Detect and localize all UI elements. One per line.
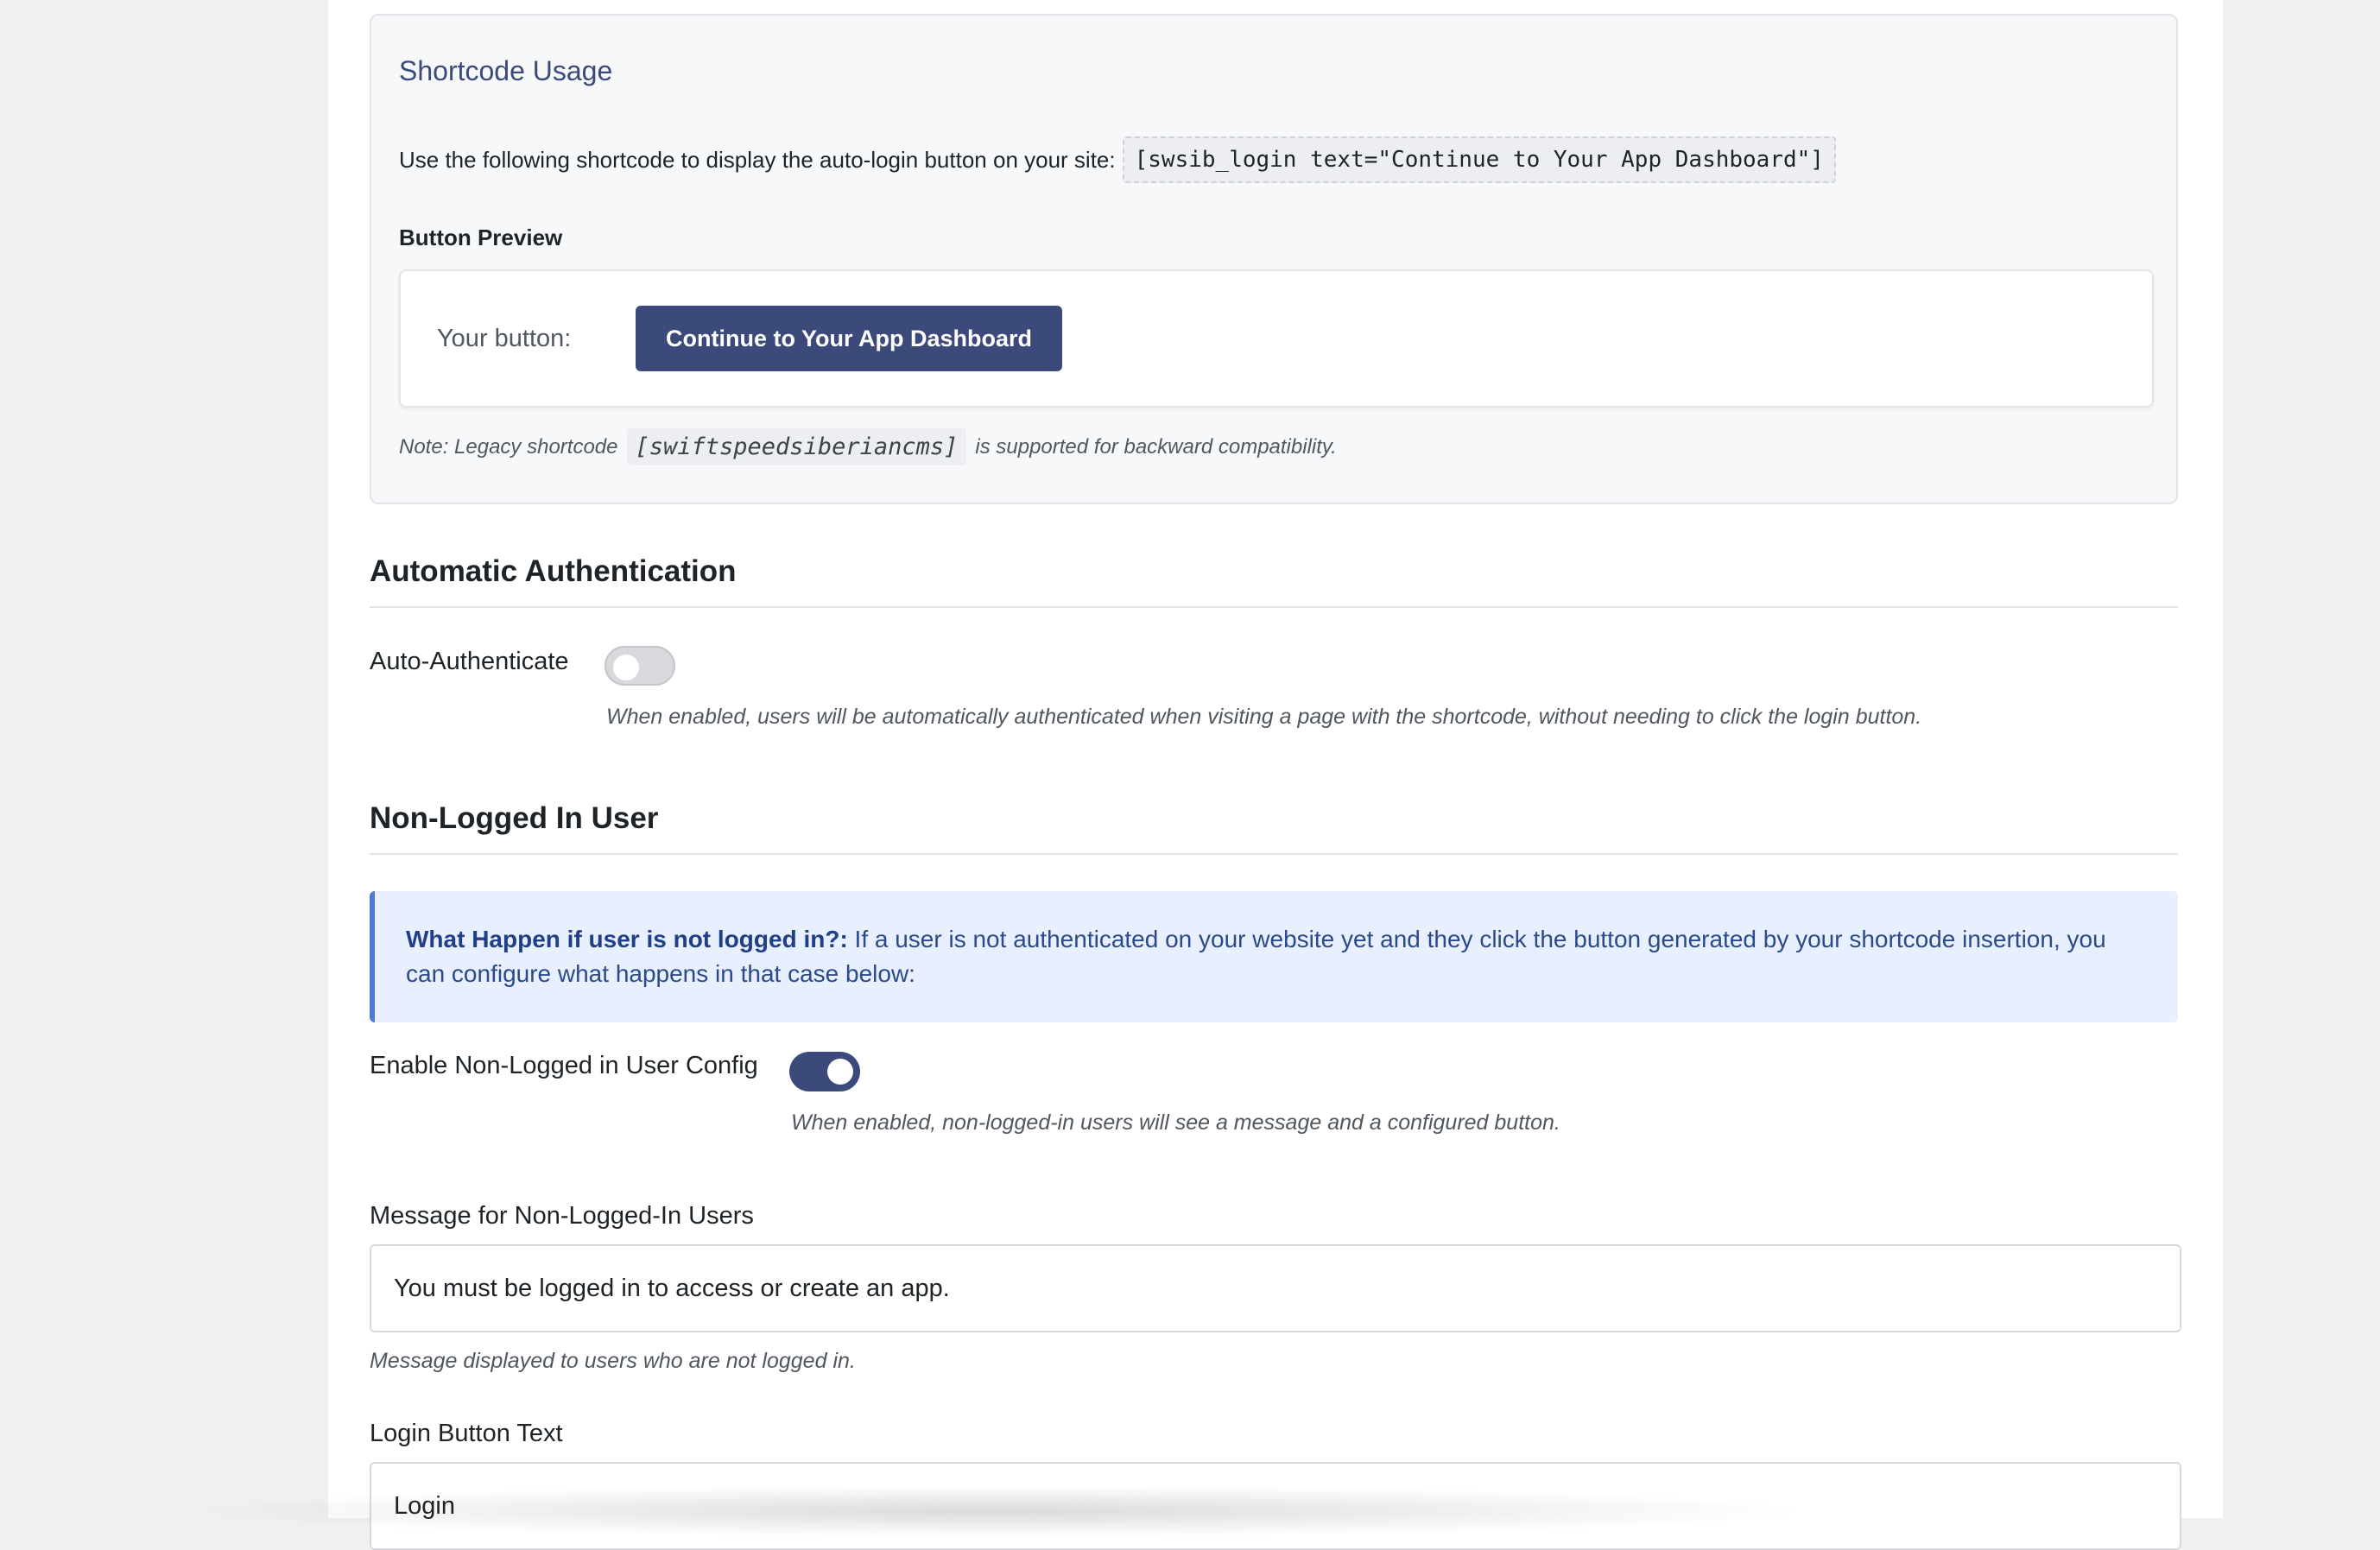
auto-authenticate-label: Auto-Authenticate bbox=[370, 648, 569, 675]
toggle-knob bbox=[613, 655, 639, 680]
login-button-text-input[interactable] bbox=[370, 1462, 2181, 1550]
login-button-text-label: Login Button Text bbox=[370, 1420, 563, 1447]
auto-authenticate-toggle[interactable] bbox=[604, 646, 675, 686]
message-field-label: Message for Non-Logged-In Users bbox=[370, 1202, 754, 1230]
legacy-shortcode-note: Note: Legacy shortcode [swiftspeedsiberi… bbox=[399, 428, 1337, 465]
legacy-note-suffix: is supported for backward compatibility. bbox=[975, 434, 1337, 459]
shortcode-usage-line: Use the following shortcode to display t… bbox=[399, 136, 1836, 183]
enable-non-logged-label: Enable Non-Logged in User Config bbox=[370, 1052, 758, 1079]
preview-dashboard-button[interactable]: Continue to Your App Dashboard bbox=[636, 306, 1062, 371]
non-logged-in-user-title: Non-Logged In User bbox=[370, 801, 659, 835]
message-helper: Message displayed to users who are not l… bbox=[370, 1349, 856, 1373]
shortcode-usage-title: Shortcode Usage bbox=[399, 55, 613, 86]
button-preview-box: Your button: Continue to Your App Dashbo… bbox=[399, 269, 2154, 408]
auto-authenticate-helper: When enabled, users will be automaticall… bbox=[606, 705, 1922, 729]
notice-bold-text: What Happen if user is not logged in?: bbox=[406, 926, 848, 952]
settings-page: Shortcode Usage Use the following shortc… bbox=[328, 0, 2223, 1550]
legacy-shortcode-code: [swiftspeedsiberiancms] bbox=[626, 428, 967, 465]
toggle-knob bbox=[827, 1059, 853, 1085]
shortcode-usage-card: Shortcode Usage Use the following shortc… bbox=[370, 14, 2178, 504]
legacy-note-prefix: Note: Legacy shortcode bbox=[399, 434, 618, 459]
section-divider bbox=[370, 606, 2178, 608]
automatic-authentication-title: Automatic Authentication bbox=[370, 554, 737, 588]
message-input[interactable] bbox=[370, 1244, 2181, 1332]
button-preview-label: Button Preview bbox=[399, 225, 563, 250]
notice-text: What Happen if user is not logged in?: I… bbox=[406, 922, 2150, 991]
enable-non-logged-helper: When enabled, non-logged-in users will s… bbox=[791, 1110, 1560, 1135]
section-divider bbox=[370, 853, 2178, 855]
non-logged-notice: What Happen if user is not logged in?: I… bbox=[370, 891, 2178, 1022]
shortcode-code[interactable]: [swsib_login text="Continue to Your App … bbox=[1122, 136, 1836, 183]
button-preview-prefix: Your button: bbox=[437, 325, 572, 352]
enable-non-logged-toggle[interactable] bbox=[789, 1052, 860, 1091]
shortcode-usage-text: Use the following shortcode to display t… bbox=[399, 146, 1116, 173]
